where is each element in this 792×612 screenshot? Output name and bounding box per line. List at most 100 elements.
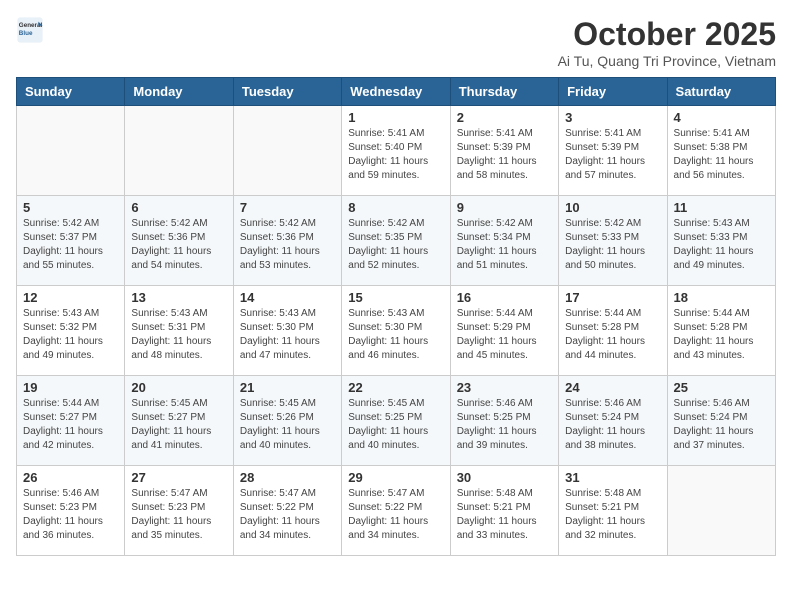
day-info: Sunrise: 5:44 AM Sunset: 5:29 PM Dayligh… — [457, 307, 552, 363]
day-info: Sunrise: 5:48 AM Sunset: 5:21 PM Dayligh… — [565, 487, 660, 543]
day-number: 9 — [457, 200, 552, 215]
day-info: Sunrise: 5:42 AM Sunset: 5:36 PM Dayligh… — [240, 217, 335, 273]
location: Ai Tu, Quang Tri Province, Vietnam — [558, 53, 776, 69]
calendar-cell: 23Sunrise: 5:46 AM Sunset: 5:25 PM Dayli… — [450, 376, 558, 466]
svg-text:Blue: Blue — [19, 30, 33, 37]
calendar-week-4: 19 Sunrise: 5:44 AM Sunset: 5:27 PM Dayli… — [17, 376, 776, 466]
day-info: Sunrise: 5:46 AM Sunset: 5:23 PM Dayligh… — [23, 487, 118, 543]
calendar-cell: 6Sunrise: 5:42 AM Sunset: 5:36 PM Daylig… — [125, 196, 233, 286]
calendar-cell: 25Sunrise: 5:46 AM Sunset: 5:24 PM Dayli… — [667, 376, 775, 466]
day-number: 7 — [240, 200, 335, 215]
day-number: 26 — [23, 470, 118, 485]
day-info: Sunrise: 5:44 AM Sunset: 5:28 PM Dayligh… — [565, 307, 660, 363]
calendar-header-row: SundayMondayTuesdayWednesdayThursdayFrid… — [17, 78, 776, 106]
calendar-week-5: 26 Sunrise: 5:46 AM Sunset: 5:23 PM Dayli… — [17, 466, 776, 556]
day-number: 17 — [565, 290, 660, 305]
logo: General Blue — [16, 16, 44, 44]
day-number: 3 — [565, 110, 660, 125]
day-info: Sunrise: 5:43 AM Sunset: 5:31 PM Dayligh… — [131, 307, 226, 363]
day-number: 1 — [348, 110, 443, 125]
calendar-week-1: 1 Sunrise: 5:41 AM Sunset: 5:40 PM Daylig… — [17, 106, 776, 196]
calendar-cell: 8 Sunrise: 5:42 AM Sunset: 5:35 PM Daylig… — [342, 196, 450, 286]
column-header-sunday: Sunday — [17, 78, 125, 106]
day-number: 11 — [674, 200, 769, 215]
calendar-table: SundayMondayTuesdayWednesdayThursdayFrid… — [16, 77, 776, 556]
day-number: 29 — [348, 470, 443, 485]
day-info: Sunrise: 5:42 AM Sunset: 5:35 PM Dayligh… — [348, 217, 443, 273]
day-info: Sunrise: 5:43 AM Sunset: 5:30 PM Dayligh… — [240, 307, 335, 363]
calendar-cell: 14 Sunrise: 5:43 AM Sunset: 5:30 PM Dayli… — [233, 286, 341, 376]
calendar-cell: 11 Sunrise: 5:43 AM Sunset: 5:33 PM Dayli… — [667, 196, 775, 286]
day-info: Sunrise: 5:47 AM Sunset: 5:23 PM Dayligh… — [131, 487, 226, 543]
day-number: 14 — [240, 290, 335, 305]
day-info: Sunrise: 5:48 AM Sunset: 5:21 PM Dayligh… — [457, 487, 552, 543]
day-info: Sunrise: 5:41 AM Sunset: 5:39 PM Dayligh… — [565, 127, 660, 183]
day-number: 28 — [240, 470, 335, 485]
calendar-cell: 12Sunrise: 5:43 AM Sunset: 5:32 PM Dayli… — [17, 286, 125, 376]
page-header: General Blue October 2025 Ai Tu, Quang T… — [16, 16, 776, 69]
day-info: Sunrise: 5:43 AM Sunset: 5:33 PM Dayligh… — [674, 217, 769, 273]
day-info: Sunrise: 5:46 AM Sunset: 5:24 PM Dayligh… — [674, 397, 769, 453]
day-number: 31 — [565, 470, 660, 485]
day-info: Sunrise: 5:41 AM Sunset: 5:40 PM Dayligh… — [348, 127, 443, 183]
calendar-cell: 22 Sunrise: 5:45 AM Sunset: 5:25 PM Dayli… — [342, 376, 450, 466]
calendar-cell: 15Sunrise: 5:43 AM Sunset: 5:30 PM Dayli… — [342, 286, 450, 376]
calendar-cell: 19 Sunrise: 5:44 AM Sunset: 5:27 PM Dayli… — [17, 376, 125, 466]
day-info: Sunrise: 5:42 AM Sunset: 5:33 PM Dayligh… — [565, 217, 660, 273]
month-title: October 2025 — [558, 16, 776, 53]
calendar-cell: 21 Sunrise: 5:45 AM Sunset: 5:26 PM Dayli… — [233, 376, 341, 466]
calendar-cell: 7 Sunrise: 5:42 AM Sunset: 5:36 PM Daylig… — [233, 196, 341, 286]
column-header-monday: Monday — [125, 78, 233, 106]
calendar-week-2: 5Sunrise: 5:42 AM Sunset: 5:37 PM Daylig… — [17, 196, 776, 286]
calendar-cell: 26 Sunrise: 5:46 AM Sunset: 5:23 PM Dayli… — [17, 466, 125, 556]
column-header-friday: Friday — [559, 78, 667, 106]
calendar-cell: 29 Sunrise: 5:47 AM Sunset: 5:22 PM Dayli… — [342, 466, 450, 556]
calendar-cell: 28Sunrise: 5:47 AM Sunset: 5:22 PM Dayli… — [233, 466, 341, 556]
column-header-saturday: Saturday — [667, 78, 775, 106]
day-info: Sunrise: 5:42 AM Sunset: 5:34 PM Dayligh… — [457, 217, 552, 273]
calendar-cell: 1 Sunrise: 5:41 AM Sunset: 5:40 PM Daylig… — [342, 106, 450, 196]
calendar-cell: 24 Sunrise: 5:46 AM Sunset: 5:24 PM Dayli… — [559, 376, 667, 466]
day-number: 21 — [240, 380, 335, 395]
calendar-cell: 4 Sunrise: 5:41 AM Sunset: 5:38 PM Daylig… — [667, 106, 775, 196]
day-info: Sunrise: 5:45 AM Sunset: 5:26 PM Dayligh… — [240, 397, 335, 453]
day-number: 5 — [23, 200, 118, 215]
day-number: 15 — [348, 290, 443, 305]
calendar-cell — [667, 466, 775, 556]
calendar-cell — [233, 106, 341, 196]
day-number: 22 — [348, 380, 443, 395]
day-number: 6 — [131, 200, 226, 215]
calendar-cell: 17 Sunrise: 5:44 AM Sunset: 5:28 PM Dayli… — [559, 286, 667, 376]
calendar-cell: 3 Sunrise: 5:41 AM Sunset: 5:39 PM Daylig… — [559, 106, 667, 196]
column-header-tuesday: Tuesday — [233, 78, 341, 106]
day-number: 24 — [565, 380, 660, 395]
day-info: Sunrise: 5:45 AM Sunset: 5:25 PM Dayligh… — [348, 397, 443, 453]
day-number: 16 — [457, 290, 552, 305]
calendar-cell: 2Sunrise: 5:41 AM Sunset: 5:39 PM Daylig… — [450, 106, 558, 196]
calendar-cell — [17, 106, 125, 196]
calendar-cell: 10 Sunrise: 5:42 AM Sunset: 5:33 PM Dayli… — [559, 196, 667, 286]
calendar-cell: 18Sunrise: 5:44 AM Sunset: 5:28 PM Dayli… — [667, 286, 775, 376]
calendar-cell: 13Sunrise: 5:43 AM Sunset: 5:31 PM Dayli… — [125, 286, 233, 376]
day-number: 20 — [131, 380, 226, 395]
day-info: Sunrise: 5:44 AM Sunset: 5:28 PM Dayligh… — [674, 307, 769, 363]
day-number: 8 — [348, 200, 443, 215]
calendar-cell: 30Sunrise: 5:48 AM Sunset: 5:21 PM Dayli… — [450, 466, 558, 556]
day-info: Sunrise: 5:44 AM Sunset: 5:27 PM Dayligh… — [23, 397, 118, 453]
day-number: 10 — [565, 200, 660, 215]
day-info: Sunrise: 5:41 AM Sunset: 5:38 PM Dayligh… — [674, 127, 769, 183]
day-number: 27 — [131, 470, 226, 485]
title-block: October 2025 Ai Tu, Quang Tri Province, … — [558, 16, 776, 69]
calendar-week-3: 12Sunrise: 5:43 AM Sunset: 5:32 PM Dayli… — [17, 286, 776, 376]
calendar-cell: 5Sunrise: 5:42 AM Sunset: 5:37 PM Daylig… — [17, 196, 125, 286]
day-number: 4 — [674, 110, 769, 125]
calendar-cell: 16 Sunrise: 5:44 AM Sunset: 5:29 PM Dayli… — [450, 286, 558, 376]
day-info: Sunrise: 5:46 AM Sunset: 5:24 PM Dayligh… — [565, 397, 660, 453]
calendar-cell: 31 Sunrise: 5:48 AM Sunset: 5:21 PM Dayli… — [559, 466, 667, 556]
day-info: Sunrise: 5:47 AM Sunset: 5:22 PM Dayligh… — [348, 487, 443, 543]
day-number: 19 — [23, 380, 118, 395]
day-info: Sunrise: 5:45 AM Sunset: 5:27 PM Dayligh… — [131, 397, 226, 453]
day-info: Sunrise: 5:41 AM Sunset: 5:39 PM Dayligh… — [457, 127, 552, 183]
day-number: 12 — [23, 290, 118, 305]
column-header-thursday: Thursday — [450, 78, 558, 106]
